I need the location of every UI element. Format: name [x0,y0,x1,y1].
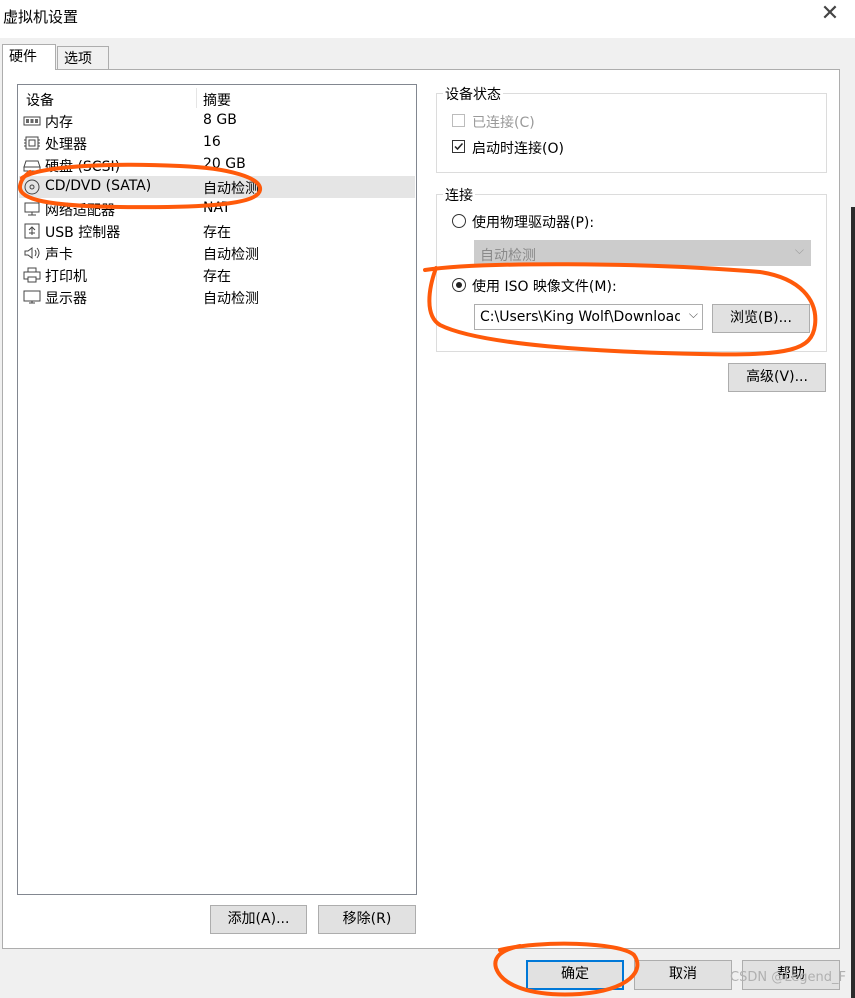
device-name: 打印机 [45,269,87,285]
connect-at-power-on-label: 启动时连接(O) [472,141,564,157]
physical-drive-label: 使用物理驱动器(P): [472,215,595,231]
background-window-edge [851,207,855,998]
window-title: 虚拟机设置 [3,8,79,26]
remove-device-button[interactable]: 移除(R) [318,905,416,934]
watermark: CSDN @Legend_F [730,970,846,985]
device-summary: 存在 [203,269,231,285]
tab-options-label: 选项 [64,51,92,67]
device-row-cd-dvd[interactable]: CD/DVD (SATA) 自动检测 [19,176,415,198]
device-list[interactable]: 设备 摘要 内存 8 GB 处理器 16 硬盘 (SCSI) 20 GB CD/… [17,84,417,895]
column-header-device[interactable]: 设备 [26,90,54,110]
column-separator[interactable] [196,88,197,108]
physical-drive-radio[interactable] [452,214,466,228]
physical-drive-select[interactable]: 自动检测 ⌵ [474,240,811,266]
browse-button[interactable]: 浏览(B)... [712,304,810,333]
device-summary: 20 GB [203,156,246,172]
device-status-title: 设备状态 [443,84,503,104]
device-summary: NAT [203,200,231,216]
network-adapter-icon [24,202,40,216]
device-row-sound-card[interactable]: 声卡 自动检测 [19,242,415,264]
tab-hardware-label: 硬件 [9,49,37,65]
device-name: USB 控制器 [45,225,121,241]
tab-options[interactable]: 选项 [57,46,109,70]
iso-path-value: C:\Users\King Wolf\Downloads [480,309,680,325]
column-header-summary[interactable]: 摘要 [203,90,231,110]
device-row-printer[interactable]: 打印机 存在 [19,264,415,286]
device-name: CD/DVD (SATA) [45,178,152,194]
device-name: 内存 [45,115,73,131]
device-row-display[interactable]: 显示器 自动检测 [19,286,415,308]
radio-dot-icon [456,282,462,288]
display-icon [23,290,41,304]
ok-button[interactable]: 确定 [526,960,624,990]
device-summary: 存在 [203,225,231,241]
device-row-usb[interactable]: USB 控制器 存在 [19,220,415,242]
tab-hardware[interactable]: 硬件 [2,44,56,70]
device-summary: 8 GB [203,112,237,128]
usb-icon [24,223,40,239]
device-summary: 16 [203,134,221,150]
processor-icon [24,136,40,150]
connected-label: 已连接(C) [472,115,535,131]
connect-at-power-on-checkbox[interactable] [452,140,465,153]
device-name: 处理器 [45,137,87,153]
device-name: 网络适配器 [45,203,115,219]
advanced-button[interactable]: 高级(V)... [728,363,826,392]
device-summary: 自动检测 [203,181,259,197]
iso-path-combo[interactable]: C:\Users\King Wolf\Downloads ⌵ [474,304,703,330]
device-name: 显示器 [45,291,87,307]
add-device-button[interactable]: 添加(A)... [210,905,307,934]
device-name: 声卡 [45,247,73,263]
close-icon[interactable]: ✕ [820,3,840,25]
checkmark-icon [454,142,464,151]
cd-dvd-icon [24,179,40,195]
device-summary: 自动检测 [203,291,259,307]
device-status-group [436,93,827,173]
sound-card-icon [24,247,40,259]
chevron-down-icon: ⌵ [794,243,804,257]
chevron-down-icon: ⌵ [688,307,698,321]
cancel-button[interactable]: 取消 [634,960,732,990]
hard-disk-icon [23,160,41,172]
connection-title: 连接 [443,185,475,205]
device-row-processor[interactable]: 处理器 16 [19,132,415,154]
device-summary: 自动检测 [203,247,259,263]
connected-checkbox[interactable] [452,114,465,127]
iso-image-radio[interactable] [452,278,466,292]
printer-icon [23,267,41,283]
device-row-memory[interactable]: 内存 8 GB [19,110,415,132]
device-list-header: 设备 摘要 [19,86,415,110]
device-row-hard-disk[interactable]: 硬盘 (SCSI) 20 GB [19,154,415,176]
device-row-network-adapter[interactable]: 网络适配器 NAT [19,198,415,220]
memory-icon [23,116,41,126]
iso-image-label: 使用 ISO 映像文件(M): [472,279,617,295]
physical-drive-value: 自动检测 [480,248,536,264]
device-name: 硬盘 (SCSI) [45,159,121,175]
